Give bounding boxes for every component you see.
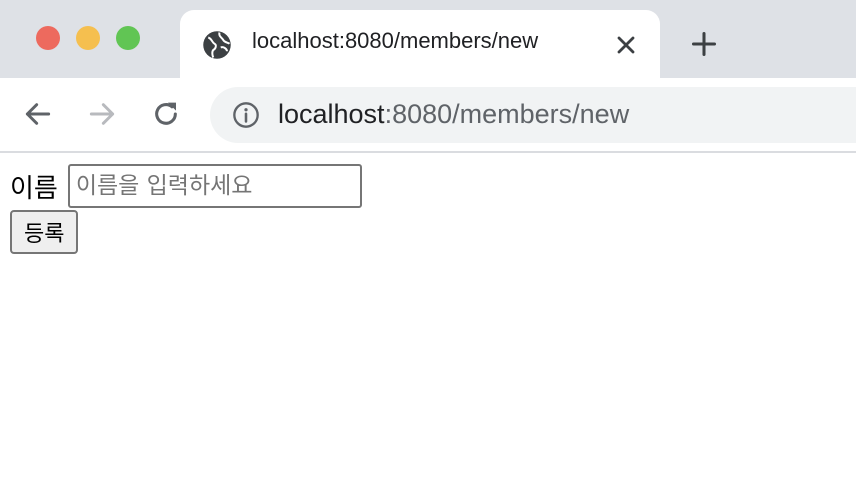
info-icon[interactable] bbox=[232, 101, 260, 129]
browser-tab[interactable]: localhost:8080/members/new bbox=[180, 10, 660, 78]
browser-toolbar: localhost:8080/members/new bbox=[0, 78, 856, 153]
tab-bar: localhost:8080/members/new bbox=[0, 0, 856, 78]
close-icon[interactable] bbox=[612, 31, 640, 59]
globe-icon bbox=[203, 31, 231, 59]
minimize-window-button[interactable] bbox=[76, 26, 100, 50]
name-form-row: 이름 bbox=[10, 164, 362, 208]
arrow-right-icon[interactable] bbox=[86, 98, 118, 130]
url-path: :8080/members/new bbox=[384, 99, 630, 129]
name-label: 이름 bbox=[10, 173, 58, 204]
name-input[interactable] bbox=[67, 164, 362, 208]
close-window-button[interactable] bbox=[36, 26, 60, 50]
page-content: 이름 등록 bbox=[10, 164, 362, 254]
zoom-window-button[interactable] bbox=[116, 26, 140, 50]
address-bar[interactable]: localhost:8080/members/new bbox=[210, 87, 856, 143]
url-text[interactable]: localhost:8080/members/new bbox=[278, 99, 629, 130]
submit-button[interactable]: 등록 bbox=[10, 210, 79, 254]
reload-icon[interactable] bbox=[150, 98, 182, 130]
arrow-left-icon[interactable] bbox=[22, 98, 54, 130]
plus-icon[interactable] bbox=[690, 30, 718, 58]
tab-title: localhost:8080/members/new bbox=[252, 28, 539, 53]
url-host: localhost bbox=[278, 99, 385, 129]
